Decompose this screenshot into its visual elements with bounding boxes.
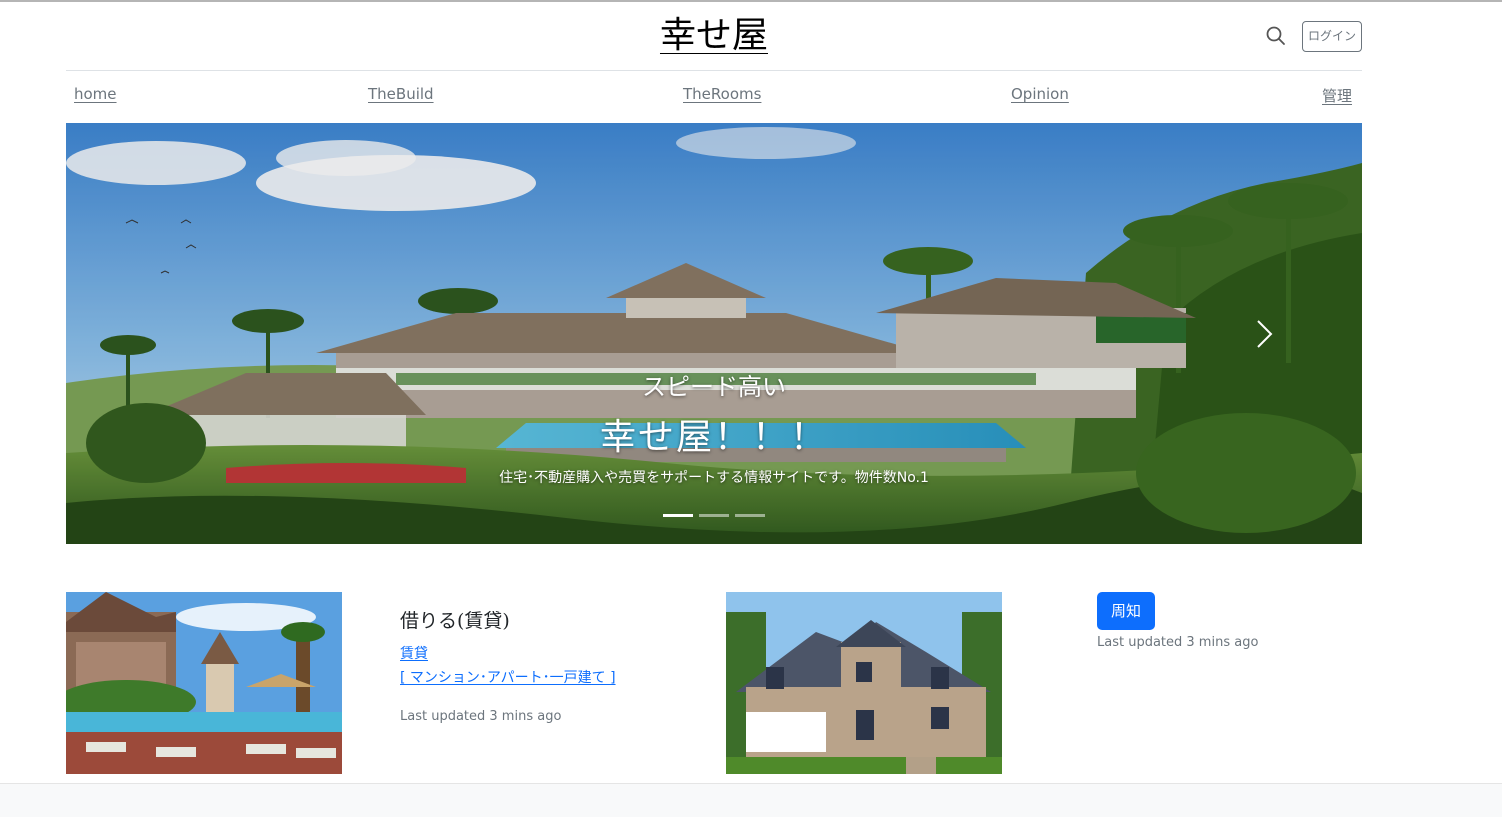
login-button[interactable]: ログイン (1302, 21, 1362, 52)
search-icon (1266, 26, 1285, 45)
rental-link[interactable]: 賃貸 (400, 643, 428, 663)
carousel-title: 幸せ屋！！！ (599, 417, 828, 458)
carousel-description: 住宅･不動産購入や売買をサポートする情報サイトです。物件数No.1 (499, 470, 929, 486)
nav-item-opinion[interactable]: Opinion (1011, 85, 1069, 103)
rental-card-title: 借りる(賃貸) (400, 610, 510, 632)
search-button[interactable] (1265, 25, 1287, 47)
nav-item-admin[interactable]: 管理 (1322, 85, 1352, 106)
rental-last-updated: Last updated 3 mins ago (400, 709, 562, 724)
notice-last-updated: Last updated 3 mins ago (1097, 635, 1259, 650)
house-image (726, 592, 1002, 774)
hero-carousel[interactable]: スピード高い 幸せ屋！！！ 住宅･不動産購入や売買をサポートする情報サイトです。… (66, 123, 1362, 544)
carousel-subtitle: スピード高い (642, 373, 786, 401)
resort-thumbnail[interactable] (66, 592, 342, 774)
property-types-link[interactable]: [ マンション･アパート･一戸建て ] (400, 667, 616, 687)
site-title[interactable]: 幸せ屋 (0, 12, 1428, 60)
nav-item-thebuild[interactable]: TheBuild (368, 85, 434, 103)
nav-item-home[interactable]: home (74, 85, 117, 103)
footer-band (0, 783, 1502, 817)
nav-item-therooms[interactable]: TheRooms (683, 85, 761, 103)
notice-button[interactable]: 周知 (1097, 592, 1155, 630)
carousel-indicator-1[interactable] (663, 514, 693, 517)
house-thumbnail[interactable] (726, 592, 1002, 774)
carousel-next-button[interactable] (1250, 318, 1278, 350)
carousel-indicator-2[interactable] (699, 514, 729, 517)
resort-image (66, 592, 342, 774)
carousel-indicator-3[interactable] (735, 514, 765, 517)
top-border (0, 0, 1502, 2)
chevron-right-icon (1257, 320, 1273, 348)
header-divider (66, 70, 1362, 71)
